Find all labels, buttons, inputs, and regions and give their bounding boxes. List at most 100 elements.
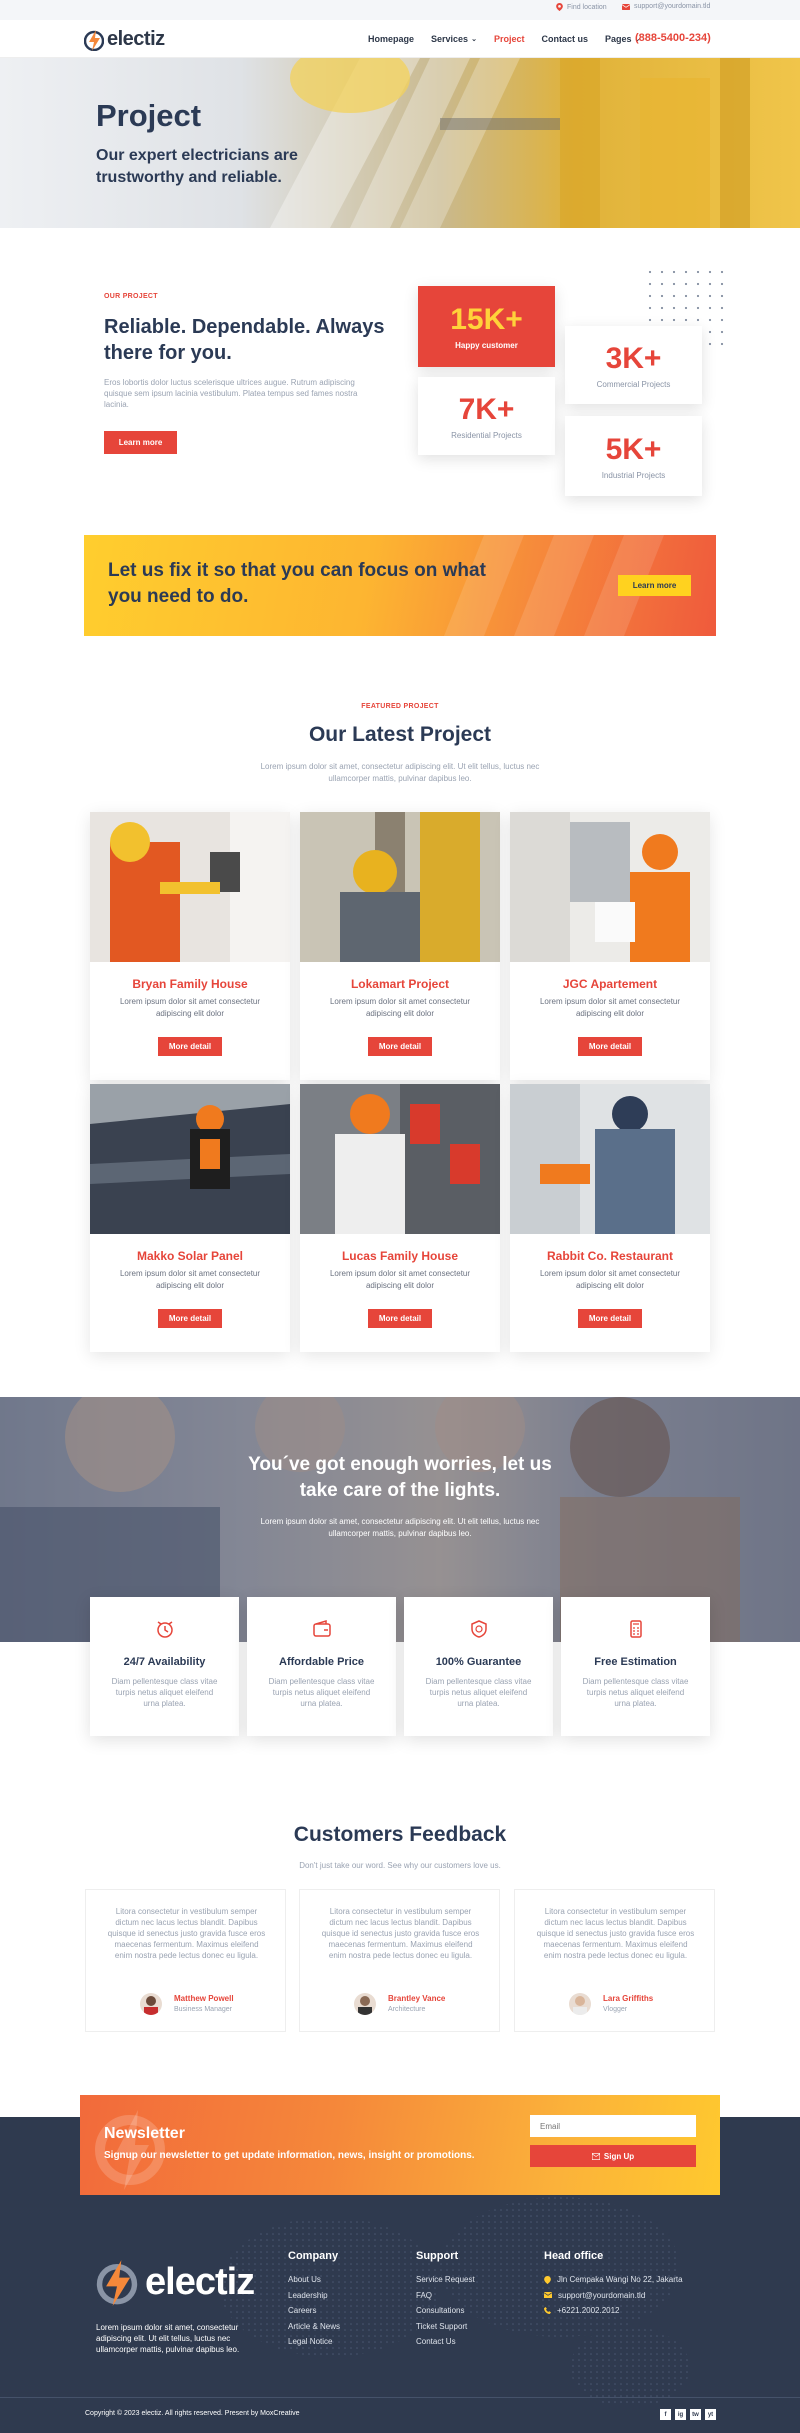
nav-services[interactable]: Services ⌄ bbox=[431, 34, 477, 44]
location-link[interactable]: Find location bbox=[556, 3, 607, 11]
footer-support-title: Support bbox=[416, 2250, 459, 2262]
map-pin-icon bbox=[544, 2275, 551, 2284]
more-detail-button[interactable]: More detail bbox=[578, 1309, 642, 1328]
footer-company-title: Company bbox=[288, 2250, 339, 2262]
feature-text: Diam pellentesque class vitae turpis net… bbox=[268, 1677, 375, 1708]
nav-pages-label: Pages bbox=[604, 34, 632, 44]
footer-email-text: support@yourdomain.tld bbox=[558, 2290, 646, 2300]
footer-link[interactable]: Careers bbox=[288, 2303, 340, 2319]
nav-contact[interactable]: Contact us bbox=[541, 34, 588, 44]
footer-link[interactable]: Legal Notice bbox=[288, 2334, 340, 2350]
logo[interactable]: electiz bbox=[84, 28, 165, 51]
testimonial-text: Litora consectetur in vestibulum semper … bbox=[321, 1907, 480, 1960]
project-card[interactable]: Lucas Family House Lorem ipsum dolor sit… bbox=[300, 1084, 500, 1352]
avatar bbox=[354, 1993, 376, 2015]
footer-link[interactable]: Service Request bbox=[416, 2272, 475, 2288]
feature-title: 24/7 Availability bbox=[123, 1656, 206, 1668]
footer-link[interactable]: Consultations bbox=[416, 2303, 475, 2319]
testimonial-role: Business Manager bbox=[174, 2006, 232, 2013]
cta-button[interactable]: Learn more bbox=[618, 575, 691, 596]
learn-more-button[interactable]: Learn more bbox=[104, 431, 177, 454]
testimonial-card: Litora consectetur in vestibulum semper … bbox=[85, 1889, 286, 2032]
project-card[interactable]: JGC Apartement Lorem ipsum dolor sit ame… bbox=[510, 812, 710, 1080]
footer-divider bbox=[0, 2397, 800, 2398]
more-detail-button[interactable]: More detail bbox=[158, 1309, 222, 1328]
footer-link[interactable]: Ticket Support bbox=[416, 2319, 475, 2335]
phone-link[interactable]: (888-5400-234) bbox=[635, 32, 711, 44]
testimonial-name: Brantley Vance bbox=[388, 1994, 446, 2003]
stat-commercial: 3K+ Commercial Projects bbox=[565, 326, 702, 404]
project-card[interactable]: Makko Solar Panel Lorem ipsum dolor sit … bbox=[90, 1084, 290, 1352]
nav-project[interactable]: Project bbox=[494, 34, 525, 44]
wallet-icon bbox=[312, 1619, 331, 1637]
feature-card: 24/7 Availability Diam pellentesque clas… bbox=[90, 1597, 239, 1736]
lightning-logo-icon bbox=[96, 2260, 138, 2306]
care-text: Lorem ipsum dolor sit amet, consectetur … bbox=[260, 1517, 540, 1538]
project-text: Lorem ipsum dolor sit amet consectetur a… bbox=[329, 1269, 471, 1290]
project-text: Lorem ipsum dolor sit amet consectetur a… bbox=[329, 997, 471, 1018]
stat-industrial: 5K+ Industrial Projects bbox=[565, 416, 702, 496]
footer-head-office: Head office Jln Cempaka Wangi No 22, Jak… bbox=[544, 2250, 683, 2319]
newsletter-banner: Newsletter Signup our newsletter to get … bbox=[80, 2095, 720, 2195]
footer-phone[interactable]: +6221.2002.2012 bbox=[544, 2303, 683, 2319]
stat-value: 5K+ bbox=[605, 432, 662, 466]
testimonial-text: Litora consectetur in vestibulum semper … bbox=[536, 1907, 695, 1960]
footer-link[interactable]: Leadership bbox=[288, 2288, 340, 2304]
testimonial-card: Litora consectetur in vestibulum semper … bbox=[299, 1889, 500, 2032]
feature-text: Diam pellentesque class vitae turpis net… bbox=[111, 1677, 218, 1708]
stat-happy-customer: 15K+ Happy customer bbox=[418, 286, 555, 367]
stat-value: 15K+ bbox=[450, 303, 523, 336]
footer-brand-name: electiz bbox=[145, 2260, 255, 2303]
newsletter-text: Signup our newsletter to get update info… bbox=[104, 2150, 475, 2161]
newsletter-email-input[interactable] bbox=[530, 2115, 696, 2137]
twitter-icon[interactable]: tw bbox=[690, 2409, 701, 2420]
footer-head-title: Head office bbox=[544, 2250, 604, 2262]
footer-logo[interactable]: electiz bbox=[95, 2258, 255, 2306]
shield-icon bbox=[470, 1620, 487, 1638]
project-card[interactable]: Lokamart Project Lorem ipsum dolor sit a… bbox=[300, 812, 500, 1080]
facebook-icon[interactable]: f bbox=[660, 2409, 671, 2420]
footer-email[interactable]: support@yourdomain.tld bbox=[544, 2288, 683, 2304]
mail-icon bbox=[622, 3, 630, 10]
testimonial-name: Matthew Powell bbox=[174, 1994, 234, 2003]
signup-button[interactable]: Sign Up bbox=[530, 2145, 696, 2167]
cta-text: Let us fix it so that you can focus on w… bbox=[108, 560, 486, 607]
footer-link[interactable]: Contact Us bbox=[416, 2334, 475, 2350]
footer-about: Lorem ipsum dolor sit amet, consectetur … bbox=[96, 2323, 240, 2354]
more-detail-button[interactable]: More detail bbox=[368, 1309, 432, 1328]
nav-homepage[interactable]: Homepage bbox=[368, 34, 414, 44]
feedback-subtitle: Don't just take our word. See why our cu… bbox=[299, 1861, 501, 1870]
project-card[interactable]: Rabbit Co. Restaurant Lorem ipsum dolor … bbox=[510, 1084, 710, 1352]
feature-text: Diam pellentesque class vitae turpis net… bbox=[582, 1677, 689, 1708]
top-bar: Find location support@yourdomain.tld bbox=[0, 0, 800, 20]
feedback-title: Customers Feedback bbox=[293, 1823, 507, 1846]
stat-label: Commercial Projects bbox=[596, 379, 671, 389]
testimonial-role: Architecture bbox=[388, 2006, 426, 2013]
footer-link[interactable]: FAQ bbox=[416, 2288, 475, 2304]
project-text: Lorem ipsum dolor sit amet consectetur a… bbox=[539, 997, 681, 1018]
chevron-down-icon: ⌄ bbox=[471, 36, 477, 43]
signup-label: Sign Up bbox=[603, 2151, 635, 2161]
mail-icon bbox=[591, 2152, 600, 2160]
map-pin-icon bbox=[556, 3, 563, 11]
footer-address-text: Jln Cempaka Wangi No 22, Jakarta bbox=[557, 2275, 683, 2284]
cta-banner: Let us fix it so that you can focus on w… bbox=[84, 535, 716, 636]
project-title: Makko Solar Panel bbox=[136, 1249, 244, 1263]
projects-title: Our Latest Project bbox=[308, 723, 492, 746]
footer-support: Support Service Request FAQ Consultation… bbox=[416, 2250, 475, 2350]
email-link[interactable]: support@yourdomain.tld bbox=[622, 3, 710, 10]
newsletter-title: Newsletter bbox=[104, 2125, 185, 2142]
more-detail-button[interactable]: More detail bbox=[578, 1037, 642, 1056]
footer-link[interactable]: Article & News bbox=[288, 2319, 340, 2335]
instagram-icon[interactable]: ig bbox=[675, 2409, 686, 2420]
about-title: Reliable. Dependable. Always there for y… bbox=[104, 316, 385, 364]
youtube-icon[interactable]: yt bbox=[705, 2409, 716, 2420]
more-detail-button[interactable]: More detail bbox=[158, 1037, 222, 1056]
project-card[interactable]: Bryan Family House Lorem ipsum dolor sit… bbox=[90, 812, 290, 1080]
project-text: Lorem ipsum dolor sit amet consectetur a… bbox=[119, 1269, 261, 1290]
testimonial-role: Vlogger bbox=[603, 2006, 628, 2013]
feature-card: Free Estimation Diam pellentesque class … bbox=[561, 1597, 710, 1736]
more-detail-button[interactable]: More detail bbox=[368, 1037, 432, 1056]
avatar bbox=[140, 1993, 162, 2015]
footer-link[interactable]: About Us bbox=[288, 2272, 340, 2288]
